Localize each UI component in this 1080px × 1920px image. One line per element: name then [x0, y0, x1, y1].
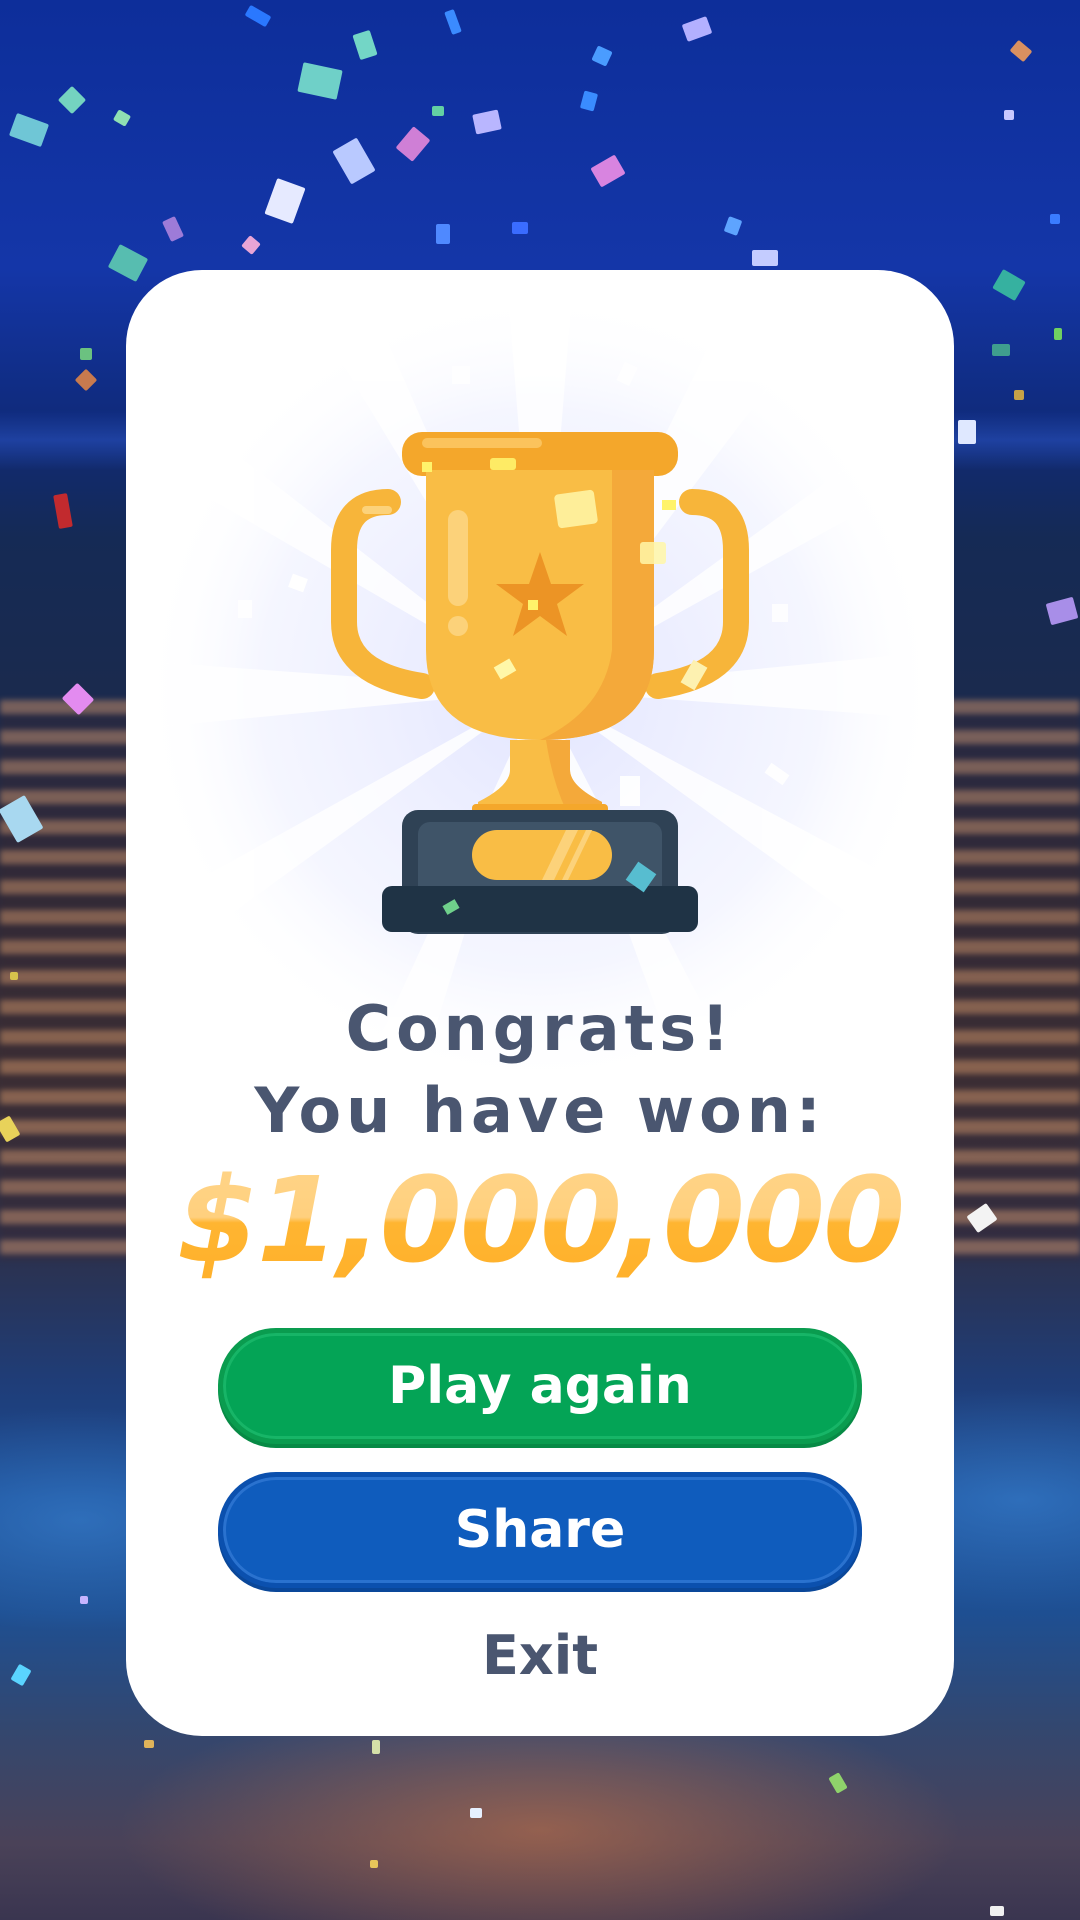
- confetti-piece: [241, 235, 261, 255]
- confetti-piece: [144, 1740, 154, 1748]
- confetti-piece: [53, 493, 73, 529]
- confetti-piece: [512, 222, 528, 234]
- share-button[interactable]: Share: [218, 1472, 862, 1588]
- confetti-piece: [74, 368, 98, 392]
- confetti-piece: [1050, 214, 1060, 224]
- confetti-piece: [436, 224, 450, 244]
- confetti-piece: [470, 1808, 482, 1818]
- stage-stripes-right: [940, 700, 1080, 1260]
- confetti-piece: [112, 109, 132, 127]
- confetti-piece: [162, 216, 184, 242]
- confetti-piece: [1009, 39, 1033, 63]
- congrats-heading: Congrats!: [345, 992, 735, 1065]
- prize-amount: $1,000,000: [126, 1150, 954, 1290]
- confetti-piece: [444, 9, 462, 35]
- confetti-piece: [370, 1860, 378, 1868]
- confetti-piece: [10, 1663, 32, 1687]
- won-label: You have won:: [254, 1074, 826, 1147]
- confetti-piece: [590, 154, 626, 188]
- congrats-message: Congrats! You have won:: [126, 988, 954, 1152]
- confetti-piece: [472, 109, 502, 135]
- confetti-piece: [80, 348, 92, 360]
- confetti-piece: [244, 4, 272, 28]
- play-again-label: Play again: [388, 1356, 692, 1416]
- confetti-piece: [752, 250, 778, 266]
- win-dialog: Congrats! You have won: $1,000,000 Play …: [126, 270, 954, 1736]
- confetti-piece: [432, 106, 444, 116]
- confetti-piece: [395, 126, 431, 162]
- confetti-piece: [57, 85, 87, 115]
- confetti-piece: [723, 216, 743, 236]
- confetti-piece: [992, 344, 1010, 356]
- share-label: Share: [454, 1500, 626, 1560]
- confetti-piece: [1014, 390, 1024, 400]
- confetti-piece: [1004, 110, 1014, 120]
- exit-button[interactable]: Exit: [126, 1624, 954, 1687]
- confetti-piece: [332, 137, 376, 185]
- confetti-piece: [958, 420, 976, 444]
- confetti-piece: [591, 45, 613, 67]
- confetti-piece: [264, 178, 306, 224]
- confetti-piece: [681, 16, 713, 42]
- confetti-piece: [297, 62, 343, 100]
- game-background: Congrats! You have won: $1,000,000 Play …: [0, 0, 1080, 1920]
- stage-stripes-left: [0, 700, 140, 1260]
- confetti-piece: [579, 90, 599, 112]
- confetti-piece: [1054, 328, 1062, 340]
- trophy-icon: [238, 361, 790, 934]
- confetti-piece: [828, 1772, 848, 1794]
- confetti-piece: [10, 972, 18, 980]
- confetti-piece: [1045, 596, 1079, 626]
- confetti-piece: [352, 29, 378, 61]
- play-again-button[interactable]: Play again: [218, 1328, 862, 1444]
- confetti-piece: [80, 1596, 88, 1604]
- confetti-piece: [372, 1740, 380, 1754]
- confetti-piece: [990, 1906, 1004, 1916]
- confetti-piece: [8, 112, 50, 148]
- confetti-piece: [992, 268, 1026, 302]
